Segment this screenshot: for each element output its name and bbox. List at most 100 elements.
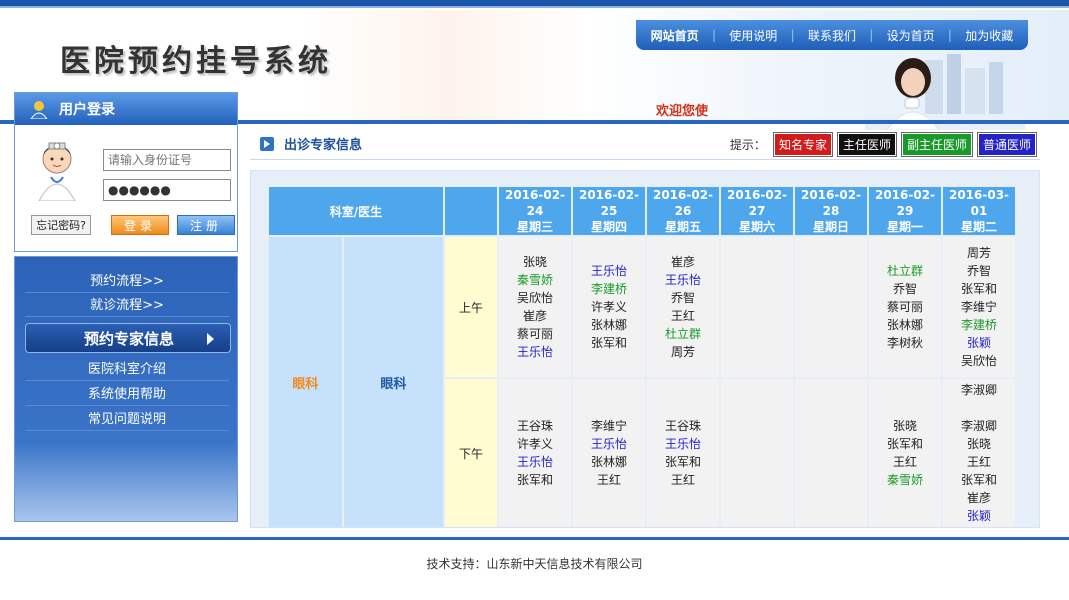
slot-cell: [795, 379, 867, 527]
nav-set-homepage[interactable]: 设为首页: [887, 27, 935, 44]
doctor-group-cell: 眼科: [343, 237, 443, 527]
doctor-link[interactable]: 张林娜: [869, 316, 941, 334]
doctor-link[interactable]: 张晓: [869, 417, 941, 435]
doctor-link[interactable]: 秦雪娇: [499, 271, 571, 289]
doctor-link[interactable]: 秦雪娇: [869, 471, 941, 489]
date-text: 2016-02-24: [504, 188, 566, 218]
date-text: 2016-03-01: [948, 188, 1010, 218]
doctor-link[interactable]: 周芳: [647, 343, 719, 361]
legend-general-physician: 普通医师: [976, 132, 1038, 157]
doctor-link[interactable]: 李维宁: [943, 298, 1015, 316]
sidebar-item-visit-process[interactable]: 就诊流程>>: [25, 295, 229, 317]
doctor-link[interactable]: 张林娜: [573, 316, 645, 334]
doctor-link[interactable]: 张军和: [943, 280, 1015, 298]
doctor-link[interactable]: 许孝义: [499, 435, 571, 453]
doctor-link[interactable]: 张颖: [943, 334, 1015, 352]
doctor-link[interactable]: 王乐怡: [499, 453, 571, 471]
register-button[interactable]: 注册: [177, 215, 235, 235]
header-date: 2016-02-27 星期六: [721, 187, 793, 235]
doctor-link[interactable]: 张军和: [869, 435, 941, 453]
weekday-text: 星期三: [516, 220, 553, 234]
doctor-link[interactable]: 王乐怡: [573, 262, 645, 280]
doctor-link[interactable]: 张军和: [573, 334, 645, 352]
doctor-link[interactable]: 王红: [869, 453, 941, 471]
top-bar: [0, 0, 1069, 8]
sidebar-item-expert-info[interactable]: 预约专家信息: [25, 323, 231, 353]
doctor-link[interactable]: 张军和: [499, 471, 571, 489]
weekday-text: 星期五: [664, 220, 701, 234]
doctor-link[interactable]: 乔智: [869, 280, 941, 298]
doctor-link[interactable]: 蔡可丽: [869, 298, 941, 316]
doctor-link[interactable]: 张林娜: [573, 453, 645, 471]
slot-cell: 崔彦 王乐怡 乔智 王红 杜立群 周芳: [647, 237, 719, 377]
doctor-link[interactable]: 王乐怡: [647, 435, 719, 453]
weekday-text: 星期日: [812, 220, 849, 234]
id-number-input[interactable]: [103, 149, 231, 171]
login-panel: 用户登录 忘记密码? 登录 注册: [14, 92, 238, 252]
doctor-link[interactable]: 崔彦: [943, 489, 1015, 507]
nav-bookmark[interactable]: 加为收藏: [965, 27, 1013, 44]
doctor-link[interactable]: 李淑卿: [943, 381, 1015, 399]
sidebar-item-booking-process[interactable]: 预约流程>>: [25, 271, 229, 293]
slot-cell: 张晓 秦雪娇 吴欣怡 崔彦 蔡可丽 王乐怡: [499, 237, 571, 377]
doctor-link[interactable]: 李建桥: [943, 316, 1015, 334]
nav-usage[interactable]: 使用说明: [729, 27, 777, 44]
slot-cell: 张晓 张军和 王红 秦雪娇: [869, 379, 941, 527]
doctor-link[interactable]: 许孝义: [573, 298, 645, 316]
doctor-link[interactable]: 李树秋: [869, 334, 941, 352]
doctor-link[interactable]: 李建桥: [573, 280, 645, 298]
chevron-right-icon: [207, 333, 214, 345]
doctor-link[interactable]: 吴欣怡: [499, 289, 571, 307]
nav-contact[interactable]: 联系我们: [808, 27, 856, 44]
doctor-link[interactable]: 李维宁: [573, 417, 645, 435]
nav-separator: |: [947, 28, 952, 42]
doctor-link[interactable]: 张颖: [943, 507, 1015, 525]
nav-home[interactable]: 网站首页: [651, 27, 699, 44]
department-cell: 眼科: [269, 237, 342, 527]
slot-cell: 李淑卿 李淑卿 张晓 王红 张军和 崔彦 张颖: [943, 379, 1015, 527]
doctor-link[interactable]: 王乐怡: [573, 435, 645, 453]
weekday-text: 星期六: [738, 220, 775, 234]
doctor-link[interactable]: 李淑卿: [943, 417, 1015, 435]
period-morning: 上午: [445, 237, 497, 377]
period-afternoon: 下午: [445, 379, 497, 527]
doctor-link[interactable]: 王谷珠: [499, 417, 571, 435]
doctor-link[interactable]: 乔智: [647, 289, 719, 307]
doctor-link[interactable]: 周芳: [943, 244, 1015, 262]
doctor-link[interactable]: 王红: [647, 471, 719, 489]
section-header: 出诊专家信息 提示： 知名专家 主任医师 副主任医师 普通医师: [250, 128, 1040, 160]
doctor-link[interactable]: 王红: [573, 471, 645, 489]
login-button[interactable]: 登录: [111, 215, 169, 235]
doctor-link[interactable]: 王乐怡: [647, 271, 719, 289]
doctor-link[interactable]: 王红: [647, 307, 719, 325]
doctor-link[interactable]: 张晓: [499, 253, 571, 271]
doctor-link[interactable]: 王红: [943, 453, 1015, 471]
legend-famous-expert: 知名专家: [772, 132, 833, 157]
slot-cell: 王谷珠 许孝义 王乐怡 张军和: [499, 379, 571, 527]
header-date: 2016-02-25 星期四: [573, 187, 645, 235]
login-title: 用户登录: [59, 102, 115, 118]
site-title: 医院预约挂号系统: [60, 44, 332, 79]
forgot-password-button[interactable]: 忘记密码?: [31, 215, 91, 235]
footer-divider: [0, 537, 1069, 540]
doctor-link[interactable]: 崔彦: [499, 307, 571, 325]
date-text: 2016-02-28: [800, 188, 862, 218]
sidebar-item-departments[interactable]: 医院科室介绍: [25, 359, 229, 381]
sidebar-item-faq[interactable]: 常见问题说明: [25, 409, 229, 431]
doctor-link[interactable]: 张军和: [647, 453, 719, 471]
legend-associate-chief: 副主任医师: [900, 132, 973, 157]
header-date: 2016-02-29 星期一: [869, 187, 941, 235]
doctor-link[interactable]: 张晓: [943, 435, 1015, 453]
doctor-link[interactable]: 吴欣怡: [943, 352, 1015, 370]
header-period: [445, 187, 497, 235]
doctor-link[interactable]: 蔡可丽: [499, 325, 571, 343]
password-field[interactable]: [103, 179, 231, 201]
doctor-link[interactable]: 张军和: [943, 471, 1015, 489]
doctor-link[interactable]: 杜立群: [647, 325, 719, 343]
doctor-link[interactable]: 王乐怡: [499, 343, 571, 361]
doctor-link[interactable]: 杜立群: [869, 262, 941, 280]
doctor-link[interactable]: 王谷珠: [647, 417, 719, 435]
sidebar-item-help[interactable]: 系统使用帮助: [25, 384, 229, 406]
doctor-link[interactable]: 乔智: [943, 262, 1015, 280]
doctor-link[interactable]: 崔彦: [647, 253, 719, 271]
